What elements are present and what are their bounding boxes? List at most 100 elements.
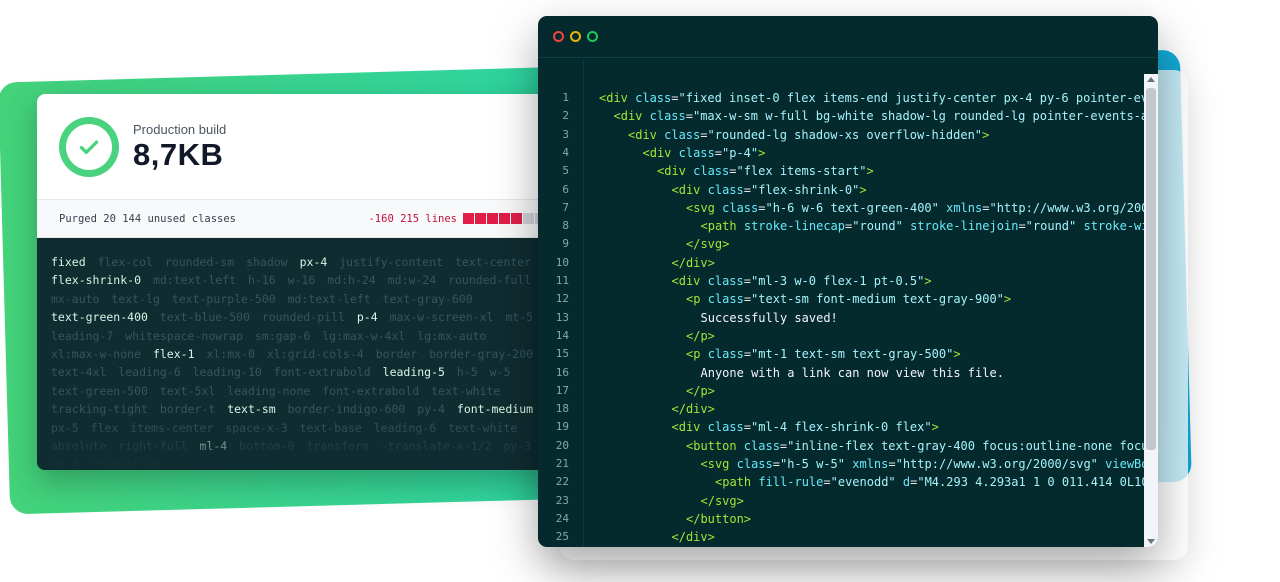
build-header: Production build 8,7KB xyxy=(37,94,568,199)
code-text: <div class="rounded-lg shadow-xs overflo… xyxy=(628,126,989,144)
code-text: <button class="inline-flex text-gray-400… xyxy=(686,437,1144,455)
line-number: 23 xyxy=(555,493,569,507)
code-text: Anyone with a link can now view this fil… xyxy=(701,364,1004,382)
class-token: leading-7 xyxy=(51,328,114,343)
code-token: class xyxy=(743,438,780,453)
class-token: border xyxy=(375,347,418,362)
line-number: 20 xyxy=(555,438,569,452)
code-token: class xyxy=(722,200,759,215)
code-area[interactable]: 1 <div class="fixed inset-0 flex items-en… xyxy=(538,59,1144,547)
class-token: text-4xl xyxy=(51,365,107,380)
build-label: Production build xyxy=(133,121,227,137)
class-token: text-5xl xyxy=(159,383,216,398)
code-token: > xyxy=(866,164,874,179)
class-token: text-center xyxy=(455,255,532,269)
code-token: <div xyxy=(628,127,665,142)
code-token: = xyxy=(743,420,751,435)
code-line: 26 </div> xyxy=(538,547,1144,548)
code-token: <div xyxy=(613,109,650,124)
code-token: "h-5 w-5" xyxy=(779,457,846,471)
editor-scrollbar[interactable] xyxy=(1144,74,1158,547)
code-token: = xyxy=(743,182,751,197)
line-number: 16 xyxy=(555,365,569,379)
code-token: </div> xyxy=(671,402,715,417)
code-line: 20 <button class="inline-flex text-gray-4… xyxy=(538,437,1144,455)
line-number: 25 xyxy=(555,530,569,544)
code-token: > xyxy=(1003,292,1012,307)
bar-segment xyxy=(475,213,486,224)
code-token: </div> xyxy=(671,255,715,270)
class-token: border-gray-200 xyxy=(429,347,534,362)
code-token: "evenodd" xyxy=(830,475,896,490)
code-token: "max-w-sm w-full bg-white shadow-lg roun… xyxy=(692,109,1144,124)
code-token: class xyxy=(707,292,744,307)
code-token: <div xyxy=(599,91,636,105)
code-line: 3 <div class="rounded-lg shadow-xs overfl… xyxy=(538,126,1144,144)
class-token: md:text-left xyxy=(152,273,237,288)
close-dot-icon[interactable] xyxy=(553,31,564,42)
code-token: "flex-shrink-0" xyxy=(750,182,860,197)
class-token: justify-content xyxy=(339,255,444,269)
code-token: xmlns xyxy=(946,200,983,215)
code-token: "flex items-start" xyxy=(736,164,867,179)
class-token: whitespace-nowrap xyxy=(125,328,243,343)
class-token: h-16 xyxy=(247,273,276,288)
code-line: 7 <svg class="h-6 w-6 text-green-400" xml… xyxy=(538,199,1144,217)
scroll-down-icon[interactable] xyxy=(1147,539,1155,544)
code-line: 9 </svg> xyxy=(538,235,1144,253)
code-token: <div xyxy=(657,164,694,179)
code-token: <div xyxy=(671,274,708,288)
class-token: md:w-24 xyxy=(387,273,437,288)
line-number: 11 xyxy=(555,274,569,287)
code-text: <div class="max-w-sm w-full bg-white sha… xyxy=(614,107,1145,125)
scroll-up-icon[interactable] xyxy=(1147,77,1155,82)
maximize-dot-icon[interactable] xyxy=(587,31,598,42)
line-number: 9 xyxy=(562,237,569,251)
reduction-bar xyxy=(463,213,546,224)
code-token: <path xyxy=(715,475,759,490)
line-number: 1 xyxy=(562,91,569,104)
code-token: Anyone with a link can now view this fil… xyxy=(700,365,1004,380)
code-token: class xyxy=(707,347,744,362)
checkmark-icon xyxy=(79,140,99,154)
code-line: 17 </p> xyxy=(538,382,1144,400)
class-token: max-w-screen-xl xyxy=(389,310,494,325)
code-line: 15 <p class="mt-1 text-sm text-gray-500"> xyxy=(538,345,1144,363)
purged-count: Purged 20 144 unused classes xyxy=(59,212,237,225)
code-line: 25 </div> xyxy=(538,528,1144,546)
code-token: class xyxy=(736,457,773,471)
code-line: 4 <div class="p-4"> xyxy=(538,144,1144,162)
code-token: "mt-1 text-sm text-gray-500" xyxy=(751,347,954,362)
code-token: </p> xyxy=(686,328,715,343)
code-text: <svg class="h-6 w-6 text-green-400" xmln… xyxy=(686,199,1144,217)
code-token: <button xyxy=(686,438,744,453)
class-token: font-extrabold xyxy=(322,383,420,398)
class-token: px-4 xyxy=(299,255,328,269)
class-token: md:text-left xyxy=(287,291,371,306)
code-token: > xyxy=(758,145,766,160)
code-line: 22 <path fill-rule="evenodd" d="M4.293 4.… xyxy=(538,473,1144,491)
code-text: <path fill-rule="evenodd" d="M4.293 4.29… xyxy=(715,473,1144,491)
editor-titlebar xyxy=(538,16,1158,58)
code-token: > xyxy=(931,420,939,435)
code-line: 19 <div class="ml-4 flex-shrink-0 flex"> xyxy=(538,418,1144,436)
code-token: "h-6 w-6 text-green-400" xyxy=(765,200,939,215)
code-line: 2 <div class="max-w-sm w-full bg-white sh… xyxy=(538,107,1144,125)
class-token: text-blue-500 xyxy=(159,310,250,325)
code-text: <div class="fixed inset-0 flex items-end… xyxy=(599,89,1144,107)
code-token: "p-4" xyxy=(721,145,759,160)
line-number: 12 xyxy=(555,292,569,306)
line-number: 17 xyxy=(555,383,569,397)
minimize-dot-icon[interactable] xyxy=(570,31,581,42)
code-text: <div class="ml-4 flex-shrink-0 flex"> xyxy=(672,418,939,436)
code-token: <div xyxy=(671,420,708,435)
class-token: text-gray-600 xyxy=(382,291,473,306)
line-number: 13 xyxy=(555,310,569,324)
code-text: </p> xyxy=(686,327,715,345)
code-token: </button> xyxy=(686,511,752,526)
class-token: font-medium xyxy=(456,402,534,417)
scroll-thumb[interactable] xyxy=(1146,88,1156,450)
class-token: tracking-tight xyxy=(51,402,148,417)
code-token: class xyxy=(678,145,715,160)
code-token: = xyxy=(743,274,751,288)
